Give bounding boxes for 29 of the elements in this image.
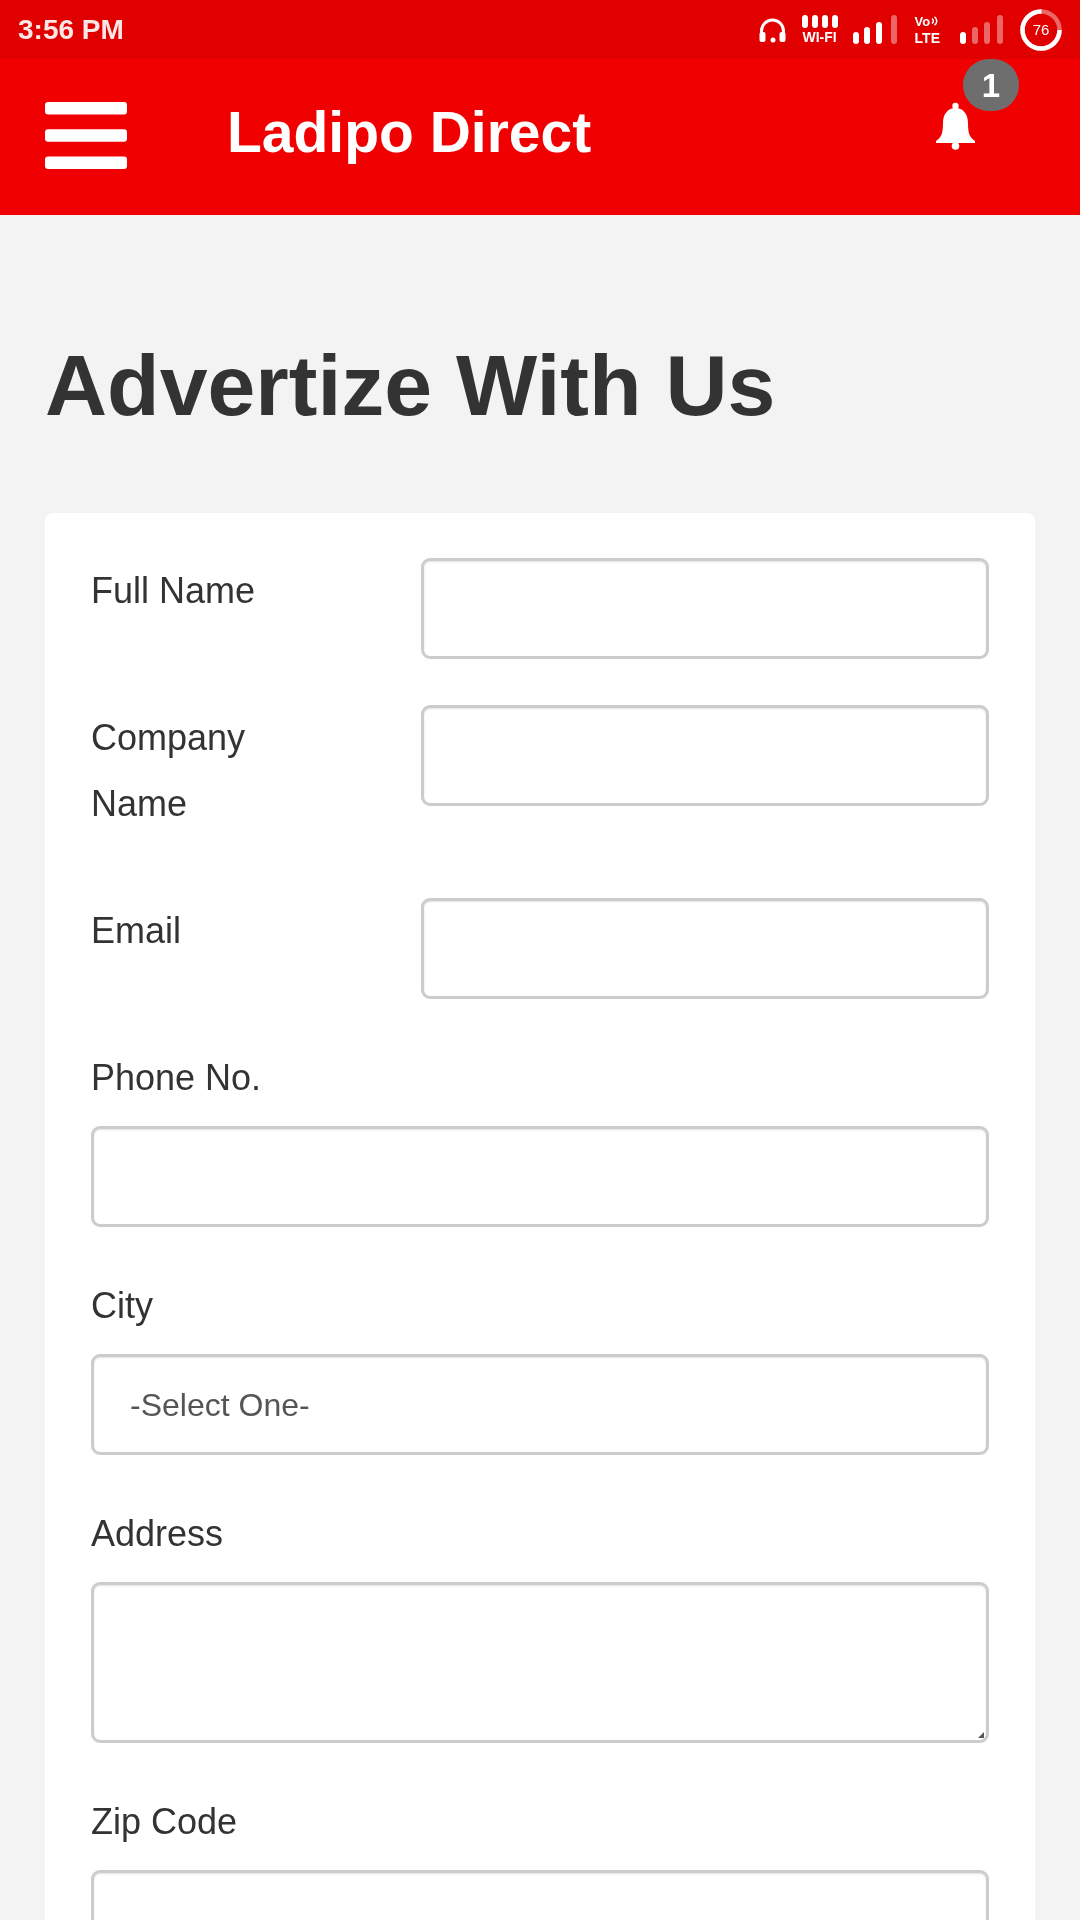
- field-label: Address: [91, 1512, 224, 1556]
- field-label: Company Name: [91, 716, 247, 826]
- input-field[interactable]: [421, 898, 989, 999]
- bell-icon[interactable]: [933, 102, 978, 150]
- battery-ring-icon: [1020, 8, 1062, 51]
- field-label: Full Name: [91, 569, 256, 613]
- menu-icon[interactable]: [45, 102, 127, 169]
- volte-label: Vo: [914, 14, 931, 28]
- page-title: Advertize With Us: [45, 336, 776, 435]
- battery-level-text: 76: [1032, 22, 1050, 37]
- input-field[interactable]: [421, 558, 989, 659]
- select-field[interactable]: -Select One-: [91, 1354, 989, 1455]
- field-label: City: [91, 1284, 153, 1328]
- headphones-icon: [757, 16, 787, 43]
- status-time: 3:56 PM: [18, 15, 124, 44]
- notification-badge: 1: [963, 59, 1019, 111]
- field-label: Zip Code: [91, 1800, 238, 1844]
- textarea-field[interactable]: [91, 1582, 989, 1743]
- network-type-label: LTE: [914, 30, 940, 45]
- waves-icon: [931, 16, 939, 26]
- signal-icon: [960, 15, 1003, 44]
- field-label: Email: [91, 909, 182, 953]
- resize-grip-icon[interactable]: [978, 1732, 984, 1738]
- input-field[interactable]: [421, 705, 989, 806]
- field-label: Phone No.: [91, 1056, 262, 1100]
- wifi-label: WI-FI: [802, 30, 837, 44]
- wifi-icon: [801, 15, 838, 28]
- signal-icon: [852, 15, 898, 44]
- input-field[interactable]: [91, 1126, 989, 1227]
